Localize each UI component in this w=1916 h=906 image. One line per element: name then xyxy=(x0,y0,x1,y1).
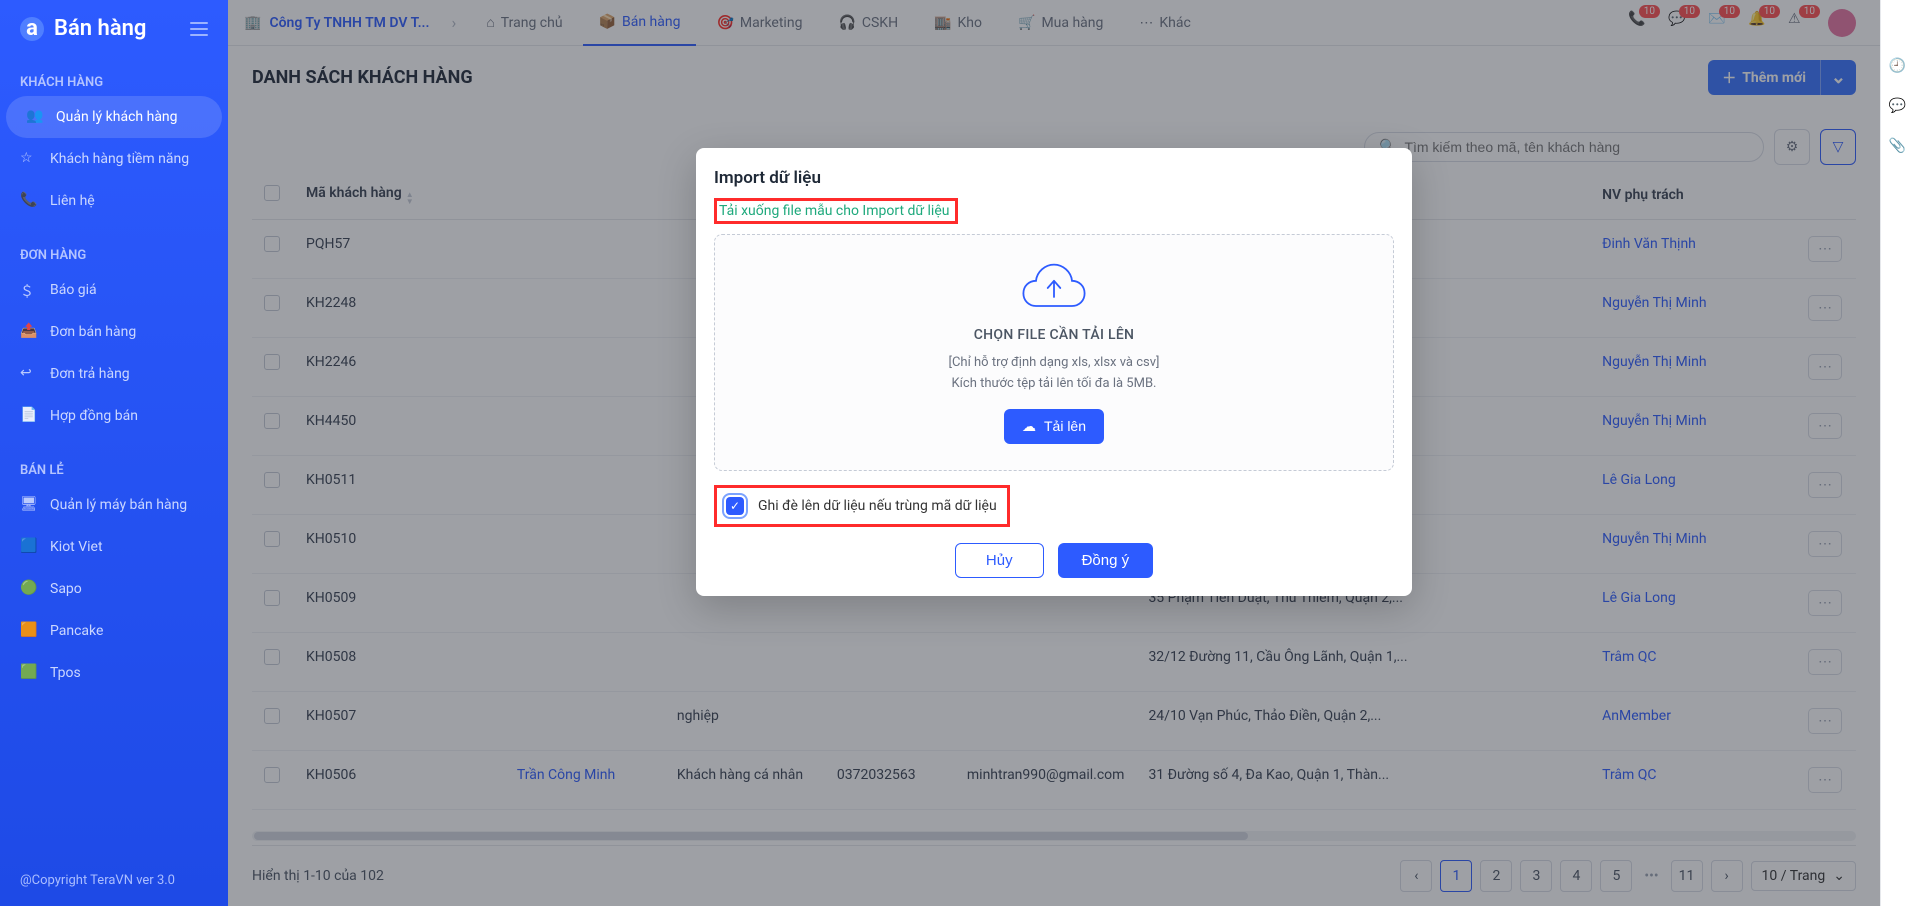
money-icon: ＄ xyxy=(20,281,38,299)
contract-icon: 📄 xyxy=(20,407,38,425)
sidebar-collapse-icon[interactable] xyxy=(190,22,208,36)
sidebar-item-pancake[interactable]: 🟧Pancake xyxy=(0,610,228,652)
sidebar-item-customer-manage[interactable]: 👥 Quản lý khách hàng xyxy=(6,96,222,138)
sidebar-item-potential-customer[interactable]: ☆ Khách hàng tiềm năng xyxy=(0,138,228,180)
confirm-button[interactable]: Đồng ý xyxy=(1058,543,1154,578)
sidebar-section-customers: KHÁCH HÀNG xyxy=(0,65,228,96)
sapo-icon: 🟢 xyxy=(20,580,38,598)
phone-icon: 📞 xyxy=(20,192,38,210)
cloud-up-icon: ☁ xyxy=(1022,418,1036,435)
import-modal: Import dữ liệu Tải xuống file mẫu cho Im… xyxy=(696,148,1412,596)
sidebar-item-kiotviet[interactable]: 🟦Kiot Viet xyxy=(0,526,228,568)
kiotviet-icon: 🟦 xyxy=(20,538,38,556)
cloud-upload-icon xyxy=(1018,259,1090,317)
return-icon: ↩ xyxy=(20,365,38,383)
upload-hint: [Chỉ hỗ trợ định dạng xls, xlsx và csv] … xyxy=(949,353,1160,395)
logo-icon: a xyxy=(20,17,44,41)
app-logo[interactable]: a Bán hàng xyxy=(20,16,146,41)
star-icon: ☆ xyxy=(20,150,38,168)
sidebar-item-sapo[interactable]: 🟢Sapo xyxy=(0,568,228,610)
sidebar-item-tpos[interactable]: 🟩Tpos xyxy=(0,652,228,694)
sidebar-item-sale-order[interactable]: 📤Đơn bán hàng xyxy=(0,311,228,353)
sidebar-section-retail: BÁN LẺ xyxy=(0,453,228,484)
right-rail: 🕘 💬 📎 xyxy=(1880,0,1916,906)
download-sample-link[interactable]: Tải xuống file mẫu cho Import dữ liệu xyxy=(719,203,949,219)
attachment-icon[interactable]: 📎 xyxy=(1889,138,1909,158)
pos-icon: 🖥 xyxy=(20,496,38,514)
pancake-icon: 🟧 xyxy=(20,622,38,640)
sidebar: a Bán hàng KHÁCH HÀNG 👥 Quản lý khách hà… xyxy=(0,0,228,906)
sidebar-item-return-order[interactable]: ↩Đơn trả hàng xyxy=(0,353,228,395)
history-icon[interactable]: 🕘 xyxy=(1889,58,1909,78)
app-title: Bán hàng xyxy=(54,16,146,41)
sidebar-section-orders: ĐƠN HÀNG xyxy=(0,238,228,269)
users-icon: 👥 xyxy=(26,108,44,126)
order-out-icon: 📤 xyxy=(20,323,38,341)
upload-dropzone[interactable]: CHỌN FILE CẦN TẢI LÊN [Chỉ hỗ trợ định d… xyxy=(714,234,1394,471)
sidebar-footer: @Copyright TeraVN ver 3.0 xyxy=(0,855,228,906)
sidebar-item-pos[interactable]: 🖥Quản lý máy bán hàng xyxy=(0,484,228,526)
tpos-icon: 🟩 xyxy=(20,664,38,682)
modal-title: Import dữ liệu xyxy=(714,168,1394,188)
overwrite-checkbox[interactable]: ✓ xyxy=(722,493,748,519)
upload-title: CHỌN FILE CẦN TẢI LÊN xyxy=(974,327,1135,343)
sidebar-item-quote[interactable]: ＄Báo giá xyxy=(0,269,228,311)
comment-icon[interactable]: 💬 xyxy=(1889,98,1909,118)
cancel-button[interactable]: Hủy xyxy=(955,543,1044,578)
upload-button[interactable]: ☁ Tải lên xyxy=(1004,409,1104,444)
overwrite-label: Ghi đè lên dữ liệu nếu trùng mã dữ liệu xyxy=(758,498,997,514)
main: 🏢 Công Ty TNHH TM DV T... › ⌂Trang chủ 📦… xyxy=(228,0,1880,906)
sidebar-item-contract[interactable]: 📄Hợp đồng bán xyxy=(0,395,228,437)
sidebar-item-contact[interactable]: 📞 Liên hệ xyxy=(0,180,228,222)
